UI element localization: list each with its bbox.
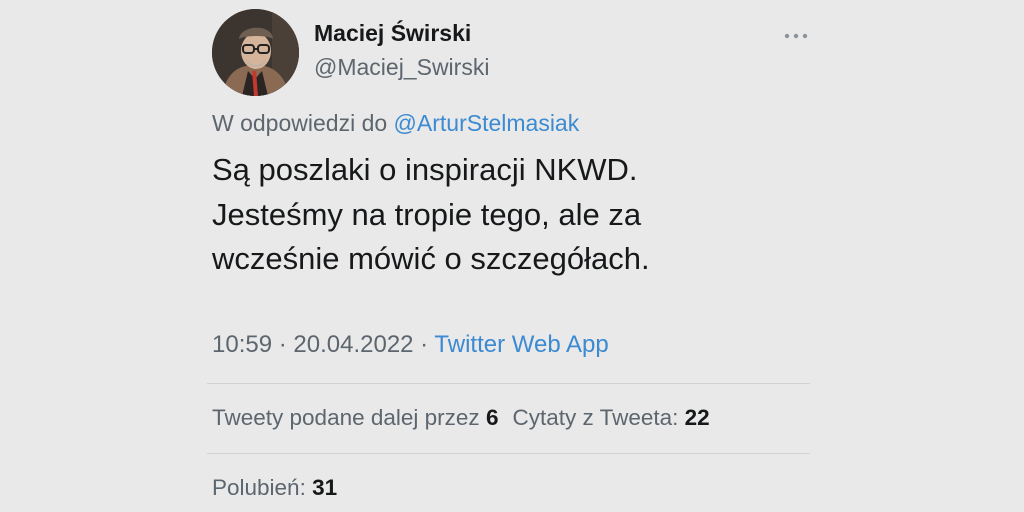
- likes-stat[interactable]: Polubień: 31: [212, 475, 337, 500]
- meta-separator: ·: [413, 331, 435, 358]
- tweet-time[interactable]: 10:59: [212, 331, 272, 358]
- author-display-name[interactable]: Maciej Świrski: [314, 20, 471, 47]
- more-dots: [784, 33, 808, 39]
- divider: [207, 453, 810, 454]
- tweet-metadata: 10:59 · 20.04.2022 · Twitter Web App: [212, 331, 609, 359]
- tweet-text-line: Są poszlaki o inspiracji NKWD.: [212, 152, 638, 187]
- tweet-date[interactable]: 20.04.2022: [293, 331, 413, 358]
- meta-separator: ·: [272, 331, 294, 358]
- likes-stats-row: Polubień: 31: [212, 475, 337, 501]
- retweets-count: 6: [485, 405, 499, 430]
- divider: [207, 383, 810, 384]
- avatar-photo: [212, 9, 299, 96]
- reply-context: W odpowiedzi do @ArturStelmasiak: [212, 110, 579, 137]
- quotes-label: Cytaty z Tweeta:: [512, 405, 685, 430]
- tweet-card: Maciej Świrski @Maciej_Swirski W odpowie…: [0, 0, 1024, 512]
- engagement-stats-row: Tweety podane dalej przez 6 Cytaty z Twee…: [212, 405, 710, 431]
- reply-prefix: W odpowiedzi do: [212, 110, 394, 136]
- quotes-count: 22: [684, 405, 710, 430]
- tweet-source-link[interactable]: Twitter Web App: [434, 331, 608, 358]
- likes-count: 31: [312, 475, 338, 500]
- tweet-text: Są poszlaki o inspiracji NKWD. Jesteśmy …: [212, 148, 812, 282]
- avatar[interactable]: [212, 9, 299, 96]
- tweet-text-line: Jesteśmy na tropie tego, ale za: [212, 196, 642, 232]
- quotes-stat[interactable]: Cytaty z Tweeta: 22: [512, 405, 709, 430]
- retweets-stat[interactable]: Tweety podane dalej przez 6: [212, 405, 498, 430]
- author-handle[interactable]: @Maciej_Swirski: [314, 54, 489, 81]
- reply-mention-link[interactable]: @ArturStelmasiak: [394, 110, 580, 136]
- likes-label: Polubień:: [212, 475, 313, 500]
- tweet-text-line: wcześnie mówić o szczegółach.: [212, 241, 650, 276]
- retweets-label: Tweety podane dalej przez: [212, 405, 486, 430]
- more-horizontal-icon[interactable]: [780, 22, 812, 50]
